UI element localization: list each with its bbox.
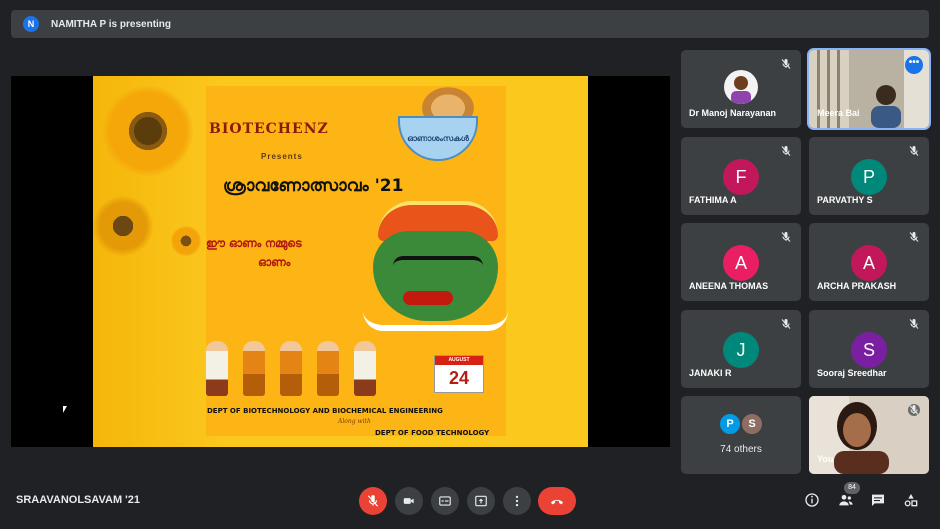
presenting-banner: N NAMITHA P is presenting	[11, 10, 929, 38]
avatar: P	[718, 412, 742, 436]
kathakali-face-illustration	[358, 201, 508, 331]
shared-slide: ഓണാശംസകൾ BIOTECHENZ Presents ശ്രാവണോത്സാ…	[93, 76, 588, 447]
sunflower-image	[93, 196, 153, 256]
present-now-button[interactable]	[467, 487, 495, 515]
leave-call-button[interactable]	[538, 487, 576, 515]
camera-toggle-button[interactable]	[395, 487, 423, 515]
avatar: S	[740, 412, 764, 436]
slide-dept-2: DEPT OF FOOD TECHNOLOGY	[375, 429, 490, 437]
mic-off-icon	[909, 146, 919, 156]
self-tile[interactable]: You	[809, 396, 929, 474]
participant-tile[interactable]: Dr Manoj Narayanan	[681, 50, 801, 128]
more-options-button[interactable]	[503, 487, 531, 515]
slide-subtitle-2: ഓണം	[258, 256, 291, 269]
participant-name: ANEENA THOMAS	[689, 281, 769, 291]
more-options-icon[interactable]: •••	[905, 56, 923, 74]
mouse-cursor	[63, 406, 67, 413]
sunflower-image	[103, 86, 193, 176]
mic-off-icon	[781, 319, 791, 329]
presenting-text: NAMITHA P is presenting	[51, 18, 172, 30]
mic-off-icon	[909, 319, 919, 329]
others-count: 74 others	[720, 444, 762, 455]
end-call-icon	[551, 499, 563, 505]
sunflower-image	[171, 226, 201, 256]
others-avatars: P S	[718, 412, 764, 436]
bottom-toolbar: SRAAVANOLSAVAM '21	[0, 480, 940, 529]
slide-title: ശ്രാവണോത്സാവം '21	[223, 176, 404, 196]
chat-button[interactable]	[868, 490, 888, 510]
captions-button[interactable]	[431, 487, 459, 515]
participant-tile[interactable]: P PARVATHY S	[809, 137, 929, 215]
participant-tile[interactable]: A ANEENA THOMAS	[681, 223, 801, 301]
participant-tile[interactable]: A ARCHA PRAKASH	[809, 223, 929, 301]
participant-name: FATHIMA A	[689, 195, 737, 205]
meeting-details-button[interactable]	[802, 490, 822, 510]
more-vert-icon	[515, 495, 519, 507]
avatar: J	[723, 332, 759, 368]
info-icon	[805, 493, 819, 507]
people-count-badge: 84	[844, 482, 860, 494]
slide-dept-1: DEPT OF BIOTECHNOLOGY AND BIOCHEMICAL EN…	[207, 407, 443, 415]
mic-off-icon	[909, 232, 919, 242]
others-tile[interactable]: P S 74 others	[681, 396, 801, 474]
participant-name: PARVATHY S	[817, 195, 873, 205]
participant-name: ARCHA PRAKASH	[817, 281, 897, 291]
participant-name: Sooraj Sreedhar	[817, 368, 887, 378]
activities-button[interactable]	[901, 490, 921, 510]
slide-subtitle-1: ഈ ഓണം നമ്മുടെ	[206, 237, 302, 250]
participant-tile[interactable]: S Sooraj Sreedhar	[809, 310, 929, 388]
avatar: S	[851, 332, 887, 368]
participant-tile[interactable]: J JANAKI R	[681, 310, 801, 388]
participant-tile[interactable]: F FATHIMA A	[681, 137, 801, 215]
participant-tile[interactable]: ••• Meera Bai	[807, 48, 931, 130]
chat-icon	[872, 494, 884, 506]
meeting-title: SRAAVANOLSAVAM '21	[16, 494, 141, 506]
slide-presents: Presents	[261, 152, 303, 161]
participant-name: Meera Bai	[817, 108, 860, 118]
slide-org: BIOTECHENZ	[209, 121, 329, 137]
mic-off-icon	[908, 404, 920, 416]
presenter-avatar: N	[23, 16, 39, 32]
avatar: F	[723, 159, 759, 195]
calendar-graphic: AUGUST 24	[434, 355, 484, 393]
avatar: A	[851, 245, 887, 281]
people-icon	[839, 495, 853, 506]
camera-icon	[403, 498, 414, 504]
participant-name: JANAKI R	[689, 368, 732, 378]
mic-off-icon	[367, 495, 379, 507]
avatar: P	[851, 159, 887, 195]
avatar: A	[723, 245, 759, 281]
captions-icon	[439, 496, 451, 506]
presentation-stage[interactable]: ഓണാശംസകൾ BIOTECHENZ Presents ശ്രാവണോത്സാ…	[11, 76, 670, 447]
dancers-illustration	[206, 331, 376, 396]
mic-off-icon	[781, 232, 791, 242]
present-icon	[475, 495, 487, 507]
slide-along-with: Along with	[338, 418, 371, 425]
mic-off-icon	[781, 59, 791, 69]
mic-off-icon	[781, 146, 791, 156]
activities-icon	[904, 494, 918, 507]
mic-toggle-button[interactable]	[359, 487, 387, 515]
avatar	[724, 70, 758, 104]
participant-name: Dr Manoj Narayanan	[689, 108, 777, 118]
participant-name: You	[817, 454, 834, 464]
